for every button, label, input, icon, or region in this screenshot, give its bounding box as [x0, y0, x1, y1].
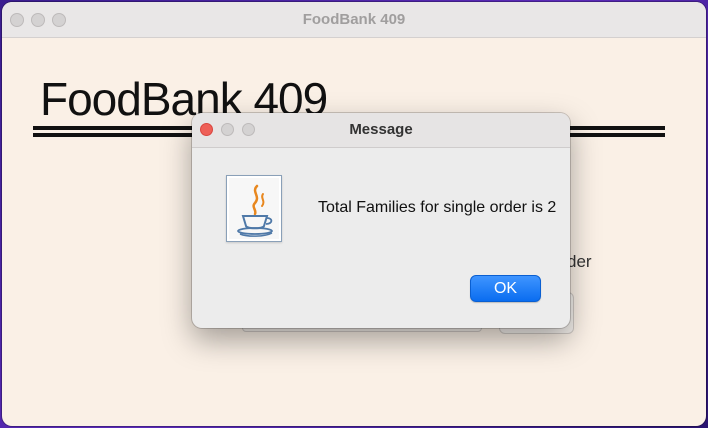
order-label-partial: der	[567, 252, 592, 271]
dialog-title: Message	[349, 121, 413, 138]
dialog-message: Total Families for single order is 2	[318, 199, 557, 216]
ok-button[interactable]: OK	[470, 275, 541, 302]
message-dialog: Message Total Families for single order …	[192, 113, 570, 328]
window-title: FoodBank 409	[302, 11, 406, 28]
dialog-titlebar[interactable]: Message	[192, 113, 570, 148]
window-titlebar[interactable]: FoodBank 409	[2, 2, 706, 38]
java-coffee-icon	[226, 175, 282, 242]
